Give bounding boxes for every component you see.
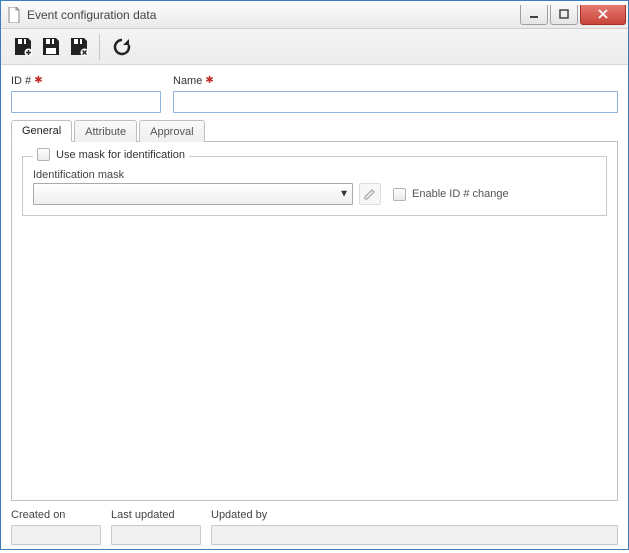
name-label: Name ✱ bbox=[173, 73, 618, 89]
form-body: ID # ✱ Name ✱ General Attribute Approval… bbox=[1, 65, 628, 507]
mask-group: Use mask for identification Identificati… bbox=[22, 156, 607, 216]
id-input[interactable] bbox=[11, 91, 161, 113]
use-mask-checkbox[interactable] bbox=[37, 148, 50, 161]
edit-mask-button[interactable] bbox=[359, 183, 381, 205]
refresh-button[interactable] bbox=[108, 33, 136, 61]
created-on-value bbox=[11, 525, 101, 545]
updated-by-value bbox=[211, 525, 618, 545]
minimize-button[interactable] bbox=[520, 5, 548, 25]
tab-panel-general: Use mask for identification Identificati… bbox=[11, 141, 618, 501]
save-button[interactable] bbox=[37, 33, 65, 61]
window-controls bbox=[520, 5, 626, 25]
maximize-button[interactable] bbox=[550, 5, 578, 25]
close-button[interactable] bbox=[580, 5, 626, 25]
tab-bar: General Attribute Approval bbox=[11, 120, 618, 142]
created-on-label: Created on bbox=[11, 509, 101, 523]
enable-id-change-checkbox[interactable] bbox=[393, 188, 406, 201]
id-label: ID # ✱ bbox=[11, 73, 161, 89]
document-icon bbox=[7, 7, 21, 23]
required-icon: ✱ bbox=[34, 76, 42, 86]
last-updated-label: Last updated bbox=[111, 509, 201, 523]
last-updated-value bbox=[111, 525, 201, 545]
toolbar bbox=[1, 29, 628, 65]
footer: Created on Last updated Updated by bbox=[1, 507, 628, 553]
mask-label: Identification mask bbox=[33, 169, 596, 181]
enable-id-change-label: Enable ID # change bbox=[412, 188, 509, 200]
tab-general[interactable]: General bbox=[11, 120, 72, 142]
tab-approval[interactable]: Approval bbox=[139, 120, 204, 142]
window-title: Event configuration data bbox=[27, 8, 520, 22]
toolbar-separator bbox=[99, 34, 100, 60]
title-bar: Event configuration data bbox=[1, 1, 628, 29]
save-close-button[interactable] bbox=[65, 33, 93, 61]
tab-attribute[interactable]: Attribute bbox=[74, 120, 137, 142]
name-input[interactable] bbox=[173, 91, 618, 113]
required-icon: ✱ bbox=[205, 76, 213, 86]
updated-by-label: Updated by bbox=[211, 509, 618, 523]
use-mask-label: Use mask for identification bbox=[56, 149, 185, 161]
save-add-button[interactable] bbox=[9, 33, 37, 61]
identification-mask-select[interactable] bbox=[33, 183, 353, 205]
